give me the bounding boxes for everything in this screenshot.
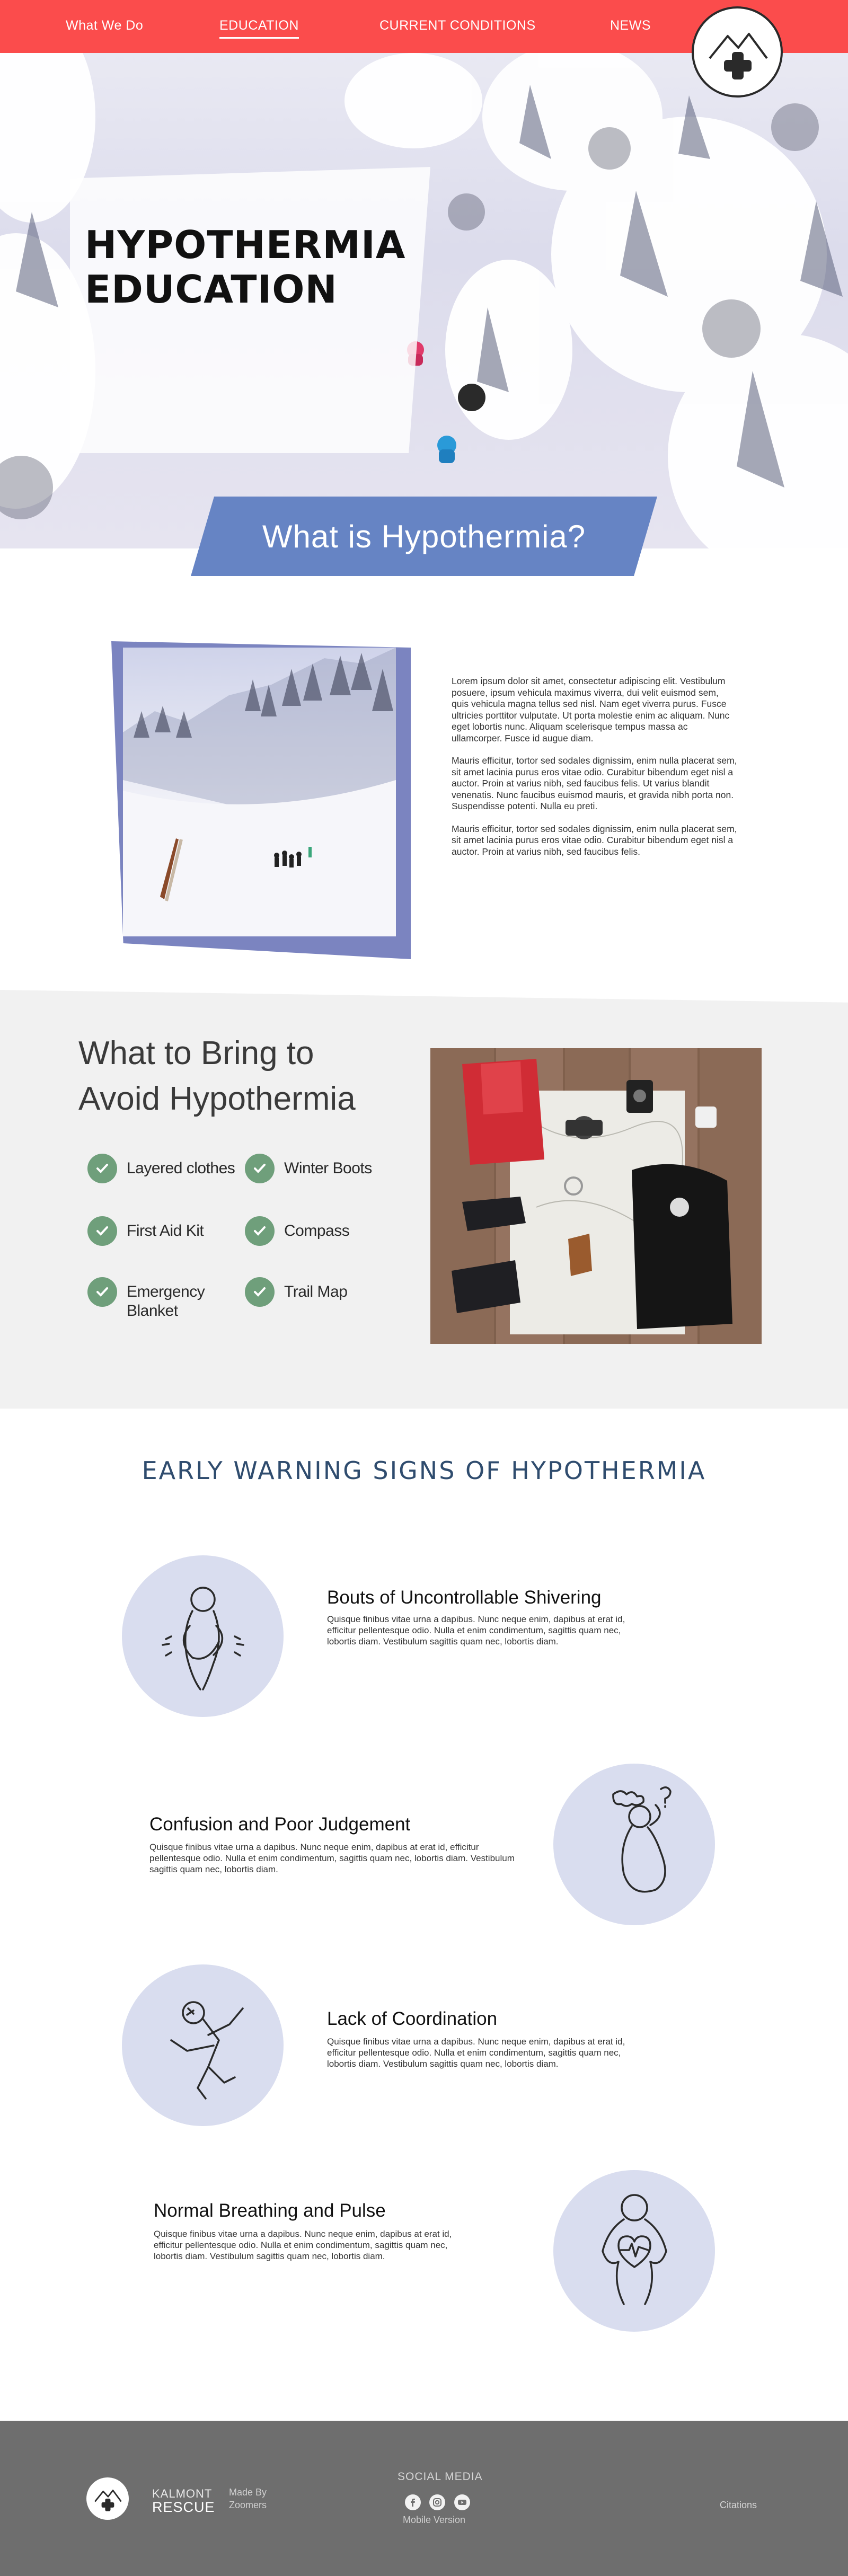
what-is-hypothermia-banner: What is Hypothermia? [191,497,657,576]
checklist-item: Emergency Blanket [87,1277,220,1321]
sign-illustration [122,1555,284,1717]
checkmark-icon [87,1277,117,1307]
mobile-version-link[interactable]: Mobile Version [403,2515,465,2526]
intro-text: Lorem ipsum dolor sit amet, consectetur … [452,676,738,869]
footer-made-by-name: Zoomers [229,2500,267,2510]
sign-description: Quisque finibus vitae urna a dapibus. Nu… [149,1842,515,1874]
checklist-label: Trail Map [284,1283,348,1300]
checkmark-icon [245,1216,275,1246]
hero-image: HYPOTHERMIA EDUCATION [0,53,848,548]
confused-person-icon [612,1786,672,1892]
avalanche-rescue-scene-image [123,648,396,936]
warning-signs-heading: EARLY WARNING SIGNS OF HYPOTHERMIA [142,1456,706,1485]
citations-link[interactable]: Citations [720,2500,757,2511]
nav-what-we-do[interactable]: What We Do [66,18,143,33]
nav-news[interactable]: NEWS [610,18,651,33]
heartbeat-person-icon [601,2193,667,2305]
heading-line: What to Bring to [78,1035,314,1072]
site-logo[interactable] [692,6,783,98]
sign-description: Quisque finibus vitae urna a dapibus. Nu… [154,2229,452,2261]
checkmark-icon [87,1216,117,1246]
stumbling-person-icon [170,2000,244,2100]
checklist-item: Compass [245,1216,350,1246]
checklist-item: First Aid Kit [87,1216,204,1246]
sign-title: Lack of Coordination [327,2008,498,2029]
checklist-item: Trail Map [245,1277,348,1307]
sign-description: Quisque finibus vitae urna a dapibus. Nu… [327,2037,625,2069]
page-title-line2: EDUCATION [85,267,338,312]
sign-title: Normal Breathing and Pulse [154,2200,386,2221]
sign-illustration [122,1964,284,2126]
checklist-label: Emergency Blanket [127,1283,205,1320]
nav-current-conditions[interactable]: CURRENT CONDITIONS [379,18,536,33]
facebook-icon[interactable] [405,2494,421,2510]
nav-education[interactable]: EDUCATION [219,18,299,39]
sign-description: Quisque finibus vitae urna a dapibus. Nu… [327,1614,625,1646]
heading-line: Avoid Hypothermia [78,1081,356,1117]
snowy-slope-photo [123,648,396,936]
sign-title: Confusion and Poor Judgement [149,1814,411,1835]
intro-paragraph: Lorem ipsum dolor sit amet, consectetur … [452,676,730,743]
mountain-first-aid-logo-icon [709,32,768,79]
intro-paragraph: Mauris efficitur, tortor sed sodales dig… [452,755,737,811]
intro-paragraph: Mauris efficitur, tortor sed sodales dig… [452,823,737,857]
sign-illustration [553,1764,715,1925]
hiking-gear-flatlay-image [452,1059,732,1334]
shivering-person-icon [161,1586,244,1690]
checklist-label: First Aid Kit [127,1222,204,1240]
footer-logo[interactable] [86,2477,129,2520]
checkmark-icon [245,1277,275,1307]
instagram-icon[interactable] [429,2494,445,2510]
mountain-first-aid-logo-icon [94,2490,122,2511]
sign-illustration [553,2170,715,2332]
youtube-icon[interactable] [454,2494,470,2510]
gear-flatlay-photo [430,1048,762,1344]
checklist-label: Compass [284,1222,350,1240]
footer-brand-line2: RESCUE [152,2499,215,2515]
checkmark-icon [87,1154,117,1183]
checklist-item: Layered clothes [87,1154,235,1183]
page-title: HYPOTHERMIA EDUCATION [85,223,406,312]
footer-made-by: Made By [229,2487,267,2498]
what-to-bring-heading: What to Bring to Avoid Hypothermia [78,1031,407,1122]
banner-heading: What is Hypothermia? [262,518,586,554]
sign-title: Bouts of Uncontrollable Shivering [327,1587,602,1608]
social-media-heading: SOCIAL MEDIA [398,2471,483,2483]
checklist-label: Winter Boots [284,1159,372,1177]
page-title-line1: HYPOTHERMIA [85,223,406,267]
checkmark-icon [245,1154,275,1183]
checklist-label: Layered clothes [127,1159,235,1177]
checklist-item: Winter Boots [245,1154,372,1183]
